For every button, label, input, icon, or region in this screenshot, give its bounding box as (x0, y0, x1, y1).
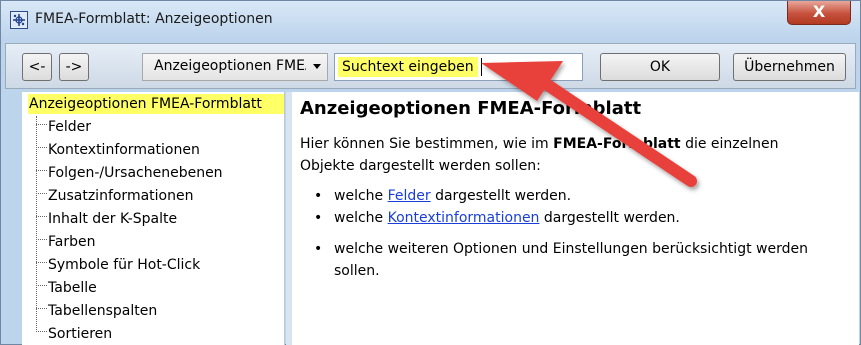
help-content: Anzeigeoptionen FMEA-Formblatt Hier könn… (292, 92, 859, 345)
toolbar: <- -> Anzeigeoptionen FMEA-Formblatt Suc… (5, 43, 856, 89)
tree-item-folgen-ursachenebenen[interactable]: Folgen-/Ursachenebenen (36, 161, 223, 183)
text-caret (481, 58, 482, 76)
tree-item-label: Symbole für Hot-Click (48, 257, 201, 273)
navigation-tree: Anzeigeoptionen FMEA-Formblatt Felder Ko… (22, 92, 285, 345)
bullet-weitere-optionen: welche weiteren Optionen und Einstellung… (334, 241, 808, 257)
tree-item-label: Zusatzinformationen (48, 188, 194, 204)
tree-item-sortieren[interactable]: Sortieren (36, 322, 112, 344)
intro-bold-term: FMEA-Formblatt (553, 136, 681, 152)
tree-item-kontextinformationen[interactable]: Kontextinformationen (36, 138, 200, 160)
apply-button[interactable]: Übernehmen (733, 53, 846, 81)
intro-text-line2: Objekte dargestellt werden sollen: (300, 158, 541, 174)
tree-item-label: Kontextinformationen (48, 142, 200, 158)
bullet-text: dargestellt werden. (539, 210, 680, 226)
tree-item-label: Sortieren (48, 326, 113, 342)
bullet-icon: • (314, 188, 323, 204)
intro-text: Hier können Sie bestimmen, wie im FMEA-F… (300, 136, 779, 152)
search-input[interactable]: Suchtext eingeben (334, 53, 583, 81)
tree-item-symbole-hot-click[interactable]: Symbole für Hot-Click (36, 253, 200, 275)
tree-item-label: Inhalt der K-Spalte (48, 211, 178, 227)
app-icon (10, 11, 28, 29)
ok-button[interactable]: OK (600, 53, 720, 81)
link-kontextinformationen[interactable]: Kontextinformationen (388, 210, 540, 226)
intro-text-part: die einzelnen (680, 136, 779, 152)
tree-item-tabellenspalten[interactable]: Tabellenspalten (36, 299, 157, 321)
page-dropdown-value: Anzeigeoptionen FMEA-Formblatt (154, 58, 306, 74)
tree-item-felder[interactable]: Felder (36, 115, 91, 137)
window-title: FMEA-Formblatt: Anzeigeoptionen (35, 11, 273, 27)
tree-item-label: Tabelle (48, 280, 97, 296)
link-felder[interactable]: Felder (388, 188, 431, 204)
tree-item-k-spalte[interactable]: Inhalt der K-Spalte (36, 207, 177, 229)
chevron-down-icon (313, 64, 321, 69)
tree-item-label: Felder (48, 119, 92, 135)
page-dropdown[interactable]: Anzeigeoptionen FMEA-Formblatt (142, 53, 328, 81)
bullet-kontextinformationen: welche Kontextinformationen dargestellt … (334, 210, 680, 226)
intro-text-part: Hier können Sie bestimmen, wie im (300, 136, 554, 152)
close-button[interactable]: X (787, 1, 851, 25)
tree-item-farben[interactable]: Farben (36, 230, 95, 252)
tree-root-item[interactable]: Anzeigeoptionen FMEA-Formblatt (28, 94, 284, 114)
search-input-value: Suchtext eingeben (338, 57, 478, 77)
tree-item-zusatzinformationen[interactable]: Zusatzinformationen (36, 184, 193, 206)
title-bar[interactable]: FMEA-Formblatt: Anzeigeoptionen X (1, 1, 860, 39)
bullet-weitere-optionen-line2: sollen. (334, 263, 380, 279)
bullet-felder: welche Felder dargestellt werden. (334, 188, 571, 204)
dialog-window: FMEA-Formblatt: Anzeigeoptionen X <- -> … (0, 0, 861, 345)
bullet-text: dargestellt werden. (430, 188, 572, 204)
bullet-icon: • (314, 241, 323, 257)
back-button[interactable]: <- (22, 53, 52, 81)
forward-button[interactable]: -> (59, 53, 89, 81)
bullet-text: welche (334, 188, 388, 204)
tree-item-label: Tabellenspalten (48, 303, 158, 319)
tree-item-tabelle[interactable]: Tabelle (36, 276, 97, 298)
content-title: Anzeigeoptionen FMEA-Formblatt (300, 98, 642, 119)
tree-item-label: Folgen-/Ursachenebenen (48, 165, 223, 181)
bullet-text: welche (334, 210, 388, 226)
tree-item-label: Farben (48, 234, 96, 250)
bullet-icon: • (314, 210, 323, 226)
